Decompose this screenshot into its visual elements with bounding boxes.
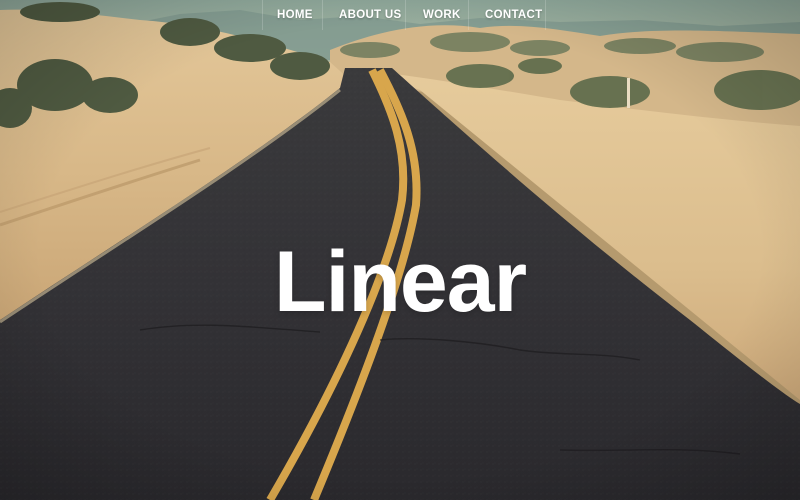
nav-divider	[468, 0, 469, 30]
top-navigation: HOME ABOUT US WORK CONTACT	[0, 0, 800, 32]
nav-divider	[262, 0, 263, 30]
nav-link-work[interactable]: WORK	[423, 9, 461, 21]
nav-divider	[545, 0, 546, 30]
hero-title: Linear	[273, 234, 527, 330]
nav-link-contact[interactable]: CONTACT	[485, 9, 542, 21]
nav-link-about-us[interactable]: ABOUT US	[339, 9, 401, 21]
nav-divider	[322, 0, 323, 30]
nav-link-home[interactable]: HOME	[277, 9, 313, 21]
landing-page: HOME ABOUT US WORK CONTACT Linear	[0, 0, 800, 500]
nav-divider	[405, 0, 406, 30]
